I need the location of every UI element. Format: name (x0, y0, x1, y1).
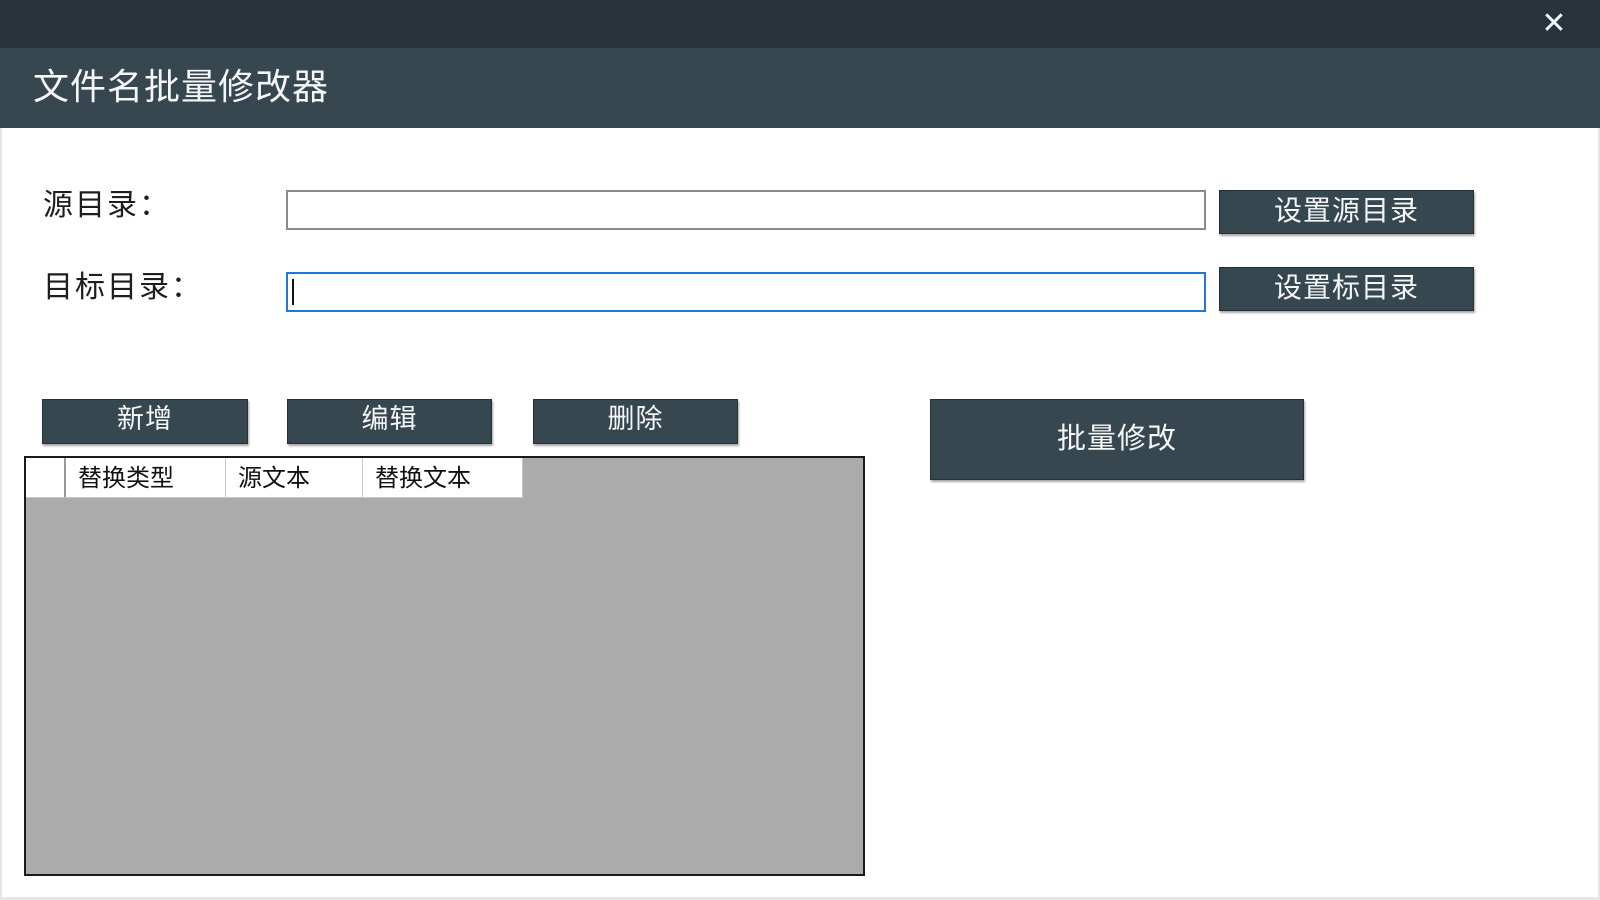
batch-rename-button[interactable]: 批量修改 (930, 399, 1304, 480)
column-header-source-text[interactable]: 源文本 (226, 458, 363, 498)
source-dir-input[interactable] (286, 190, 1206, 230)
close-icon[interactable]: ✕ (1538, 6, 1570, 42)
row-header-corner[interactable] (26, 458, 66, 498)
source-dir-label: 源目录： (43, 188, 171, 223)
app-title: 文件名批量修改器 (33, 67, 330, 108)
column-header-replace-type[interactable]: 替换类型 (66, 458, 226, 498)
text-caret (292, 279, 294, 305)
title-bar[interactable]: ✕ (0, 0, 1600, 48)
main-window: ✕ 文件名批量修改器 源目录： 设置源目录 目标目录： 设置标目录 新增 编辑 … (0, 0, 1600, 900)
delete-rule-button[interactable]: 删除 (533, 399, 738, 444)
grid-header: 替换类型 源文本 替换文本 (26, 458, 523, 498)
column-header-replace-text[interactable]: 替换文本 (363, 458, 523, 498)
target-dir-input[interactable] (286, 272, 1206, 312)
set-target-dir-button[interactable]: 设置标目录 (1219, 267, 1474, 311)
add-rule-button[interactable]: 新增 (42, 399, 248, 444)
edit-rule-button[interactable]: 编辑 (287, 399, 492, 444)
app-header: 文件名批量修改器 (0, 48, 1600, 128)
target-dir-label: 目标目录： (43, 270, 203, 305)
set-source-dir-button[interactable]: 设置源目录 (1219, 190, 1474, 234)
rules-grid[interactable]: 替换类型 源文本 替换文本 (24, 456, 865, 876)
